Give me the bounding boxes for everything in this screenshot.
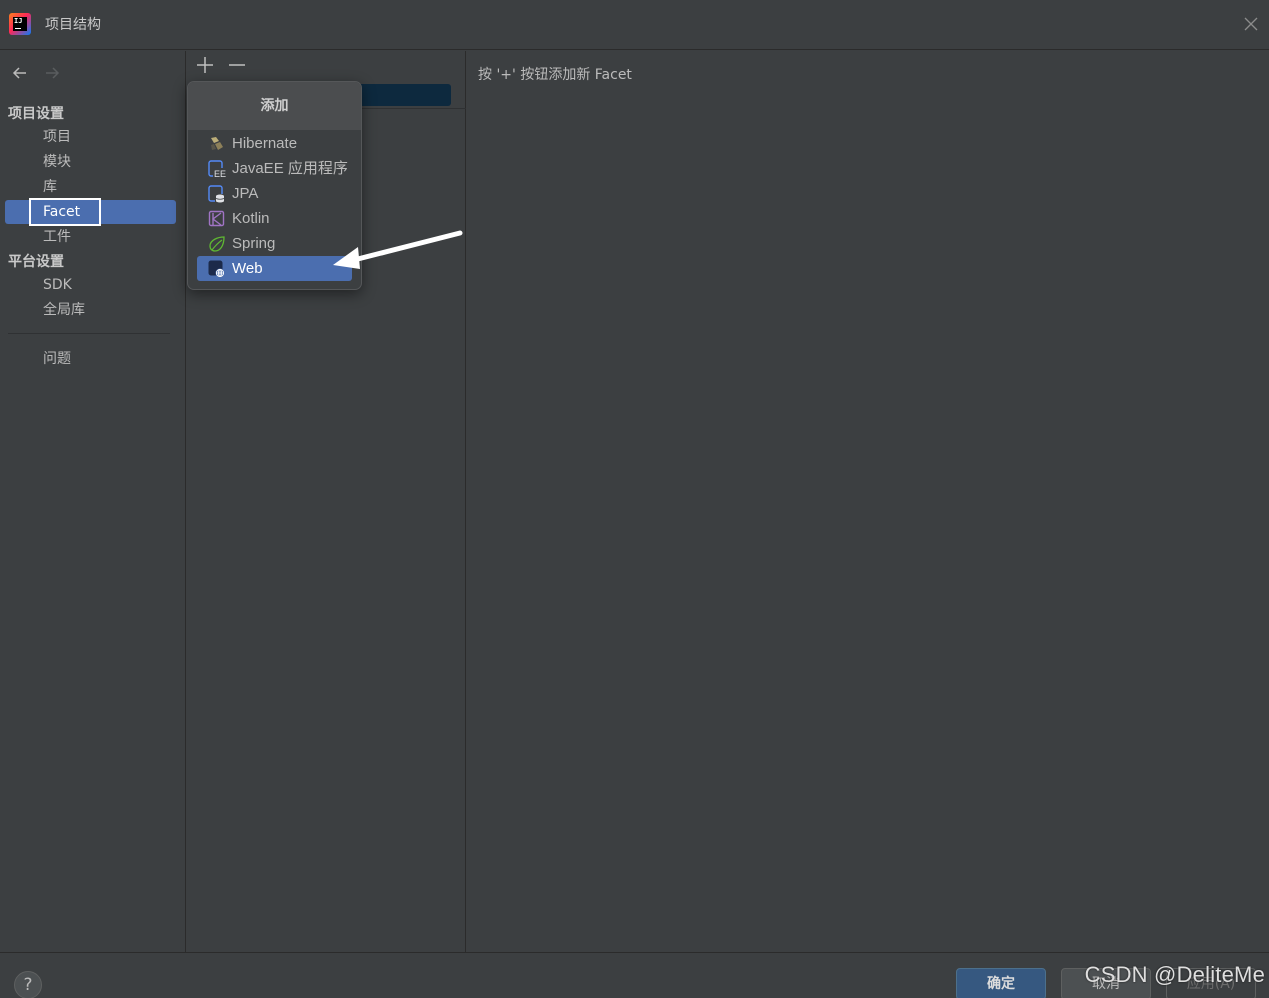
sidebar-item-artifacts[interactable]: 工件	[5, 225, 176, 249]
sidebar-item-label: 问题	[43, 351, 71, 367]
sidebar-item-modules[interactable]: 模块	[5, 150, 176, 174]
minus-icon[interactable]	[227, 55, 247, 75]
sidebar-item-global-libraries[interactable]: 全局库	[5, 298, 176, 322]
sidebar-item-label: Facet	[43, 204, 81, 220]
empty-hint: 按 '+' 按钮添加新 Facet	[478, 67, 632, 83]
plus-icon[interactable]	[195, 55, 215, 75]
popup-item-label: JPA	[232, 185, 259, 202]
close-icon[interactable]	[1241, 14, 1261, 34]
sidebar-item-sdk[interactable]: SDK	[5, 273, 176, 297]
window-title: 项目结构	[45, 17, 101, 33]
forward-arrow-icon[interactable]	[42, 63, 62, 83]
javaee-icon: EE	[208, 160, 226, 179]
sidebar-item-libraries[interactable]: 库	[5, 175, 176, 199]
popup-item-label: JavaEE 应用程序	[232, 160, 348, 177]
platform-settings-heading: 平台设置	[8, 254, 64, 270]
popup-item-label: Web	[232, 260, 263, 277]
bottom-bar: ? 确定 取消 应用(A)	[0, 952, 1269, 998]
popup-item-label: Hibernate	[232, 135, 298, 152]
tree-selection[interactable]	[357, 84, 451, 106]
popup-title: 添加	[188, 82, 361, 130]
popup-item-spring[interactable]: Spring	[197, 231, 352, 256]
details-panel: 按 '+' 按钮添加新 Facet	[467, 51, 1269, 952]
popup-item-hibernate[interactable]: Hibernate	[197, 131, 352, 156]
help-button[interactable]: ?	[14, 971, 42, 998]
sidebar-item-facet[interactable]: Facet	[5, 198, 176, 226]
svg-text:EE: EE	[214, 169, 226, 178]
popup-item-kotlin[interactable]: Kotlin	[197, 206, 352, 231]
popup-item-label: Spring	[232, 235, 276, 252]
sidebar-item-label: 工件	[43, 229, 71, 245]
kotlin-icon	[208, 210, 226, 228]
spring-icon	[208, 235, 226, 253]
watermark: CSDN @DeliteMe	[1084, 962, 1265, 987]
popup-item-javaee[interactable]: EE JavaEE 应用程序	[197, 156, 352, 181]
sidebar-item-label: 项目	[43, 129, 71, 145]
title-bar: IJ 项目结构	[0, 0, 1269, 50]
web-icon	[208, 260, 226, 278]
sidebar-divider	[8, 333, 170, 334]
sidebar-item-project[interactable]: 项目	[5, 125, 176, 149]
popup-item-web[interactable]: Web	[197, 256, 352, 281]
sidebar-item-label: 模块	[43, 154, 71, 170]
popup-item-label: Kotlin	[232, 210, 270, 227]
sidebar-item-label: SDK	[43, 277, 72, 293]
hibernate-icon	[208, 135, 226, 153]
logo-text: IJ	[14, 17, 23, 25]
sidebar-item-problems[interactable]: 问题	[5, 347, 176, 371]
sidebar-item-label: 库	[43, 179, 57, 195]
project-settings-heading: 项目设置	[8, 106, 64, 122]
sidebar-item-label: 全局库	[43, 302, 85, 318]
add-facet-popup: 添加 Hibernate EE JavaEE 应用程序 JPA Kotlin S…	[187, 81, 362, 290]
jpa-icon	[208, 185, 226, 203]
popup-item-jpa[interactable]: JPA	[197, 181, 352, 206]
back-arrow-icon[interactable]	[10, 63, 30, 83]
sidebar: 项目设置 项目 模块 库 Facet 工件 平台设置 SDK 全局库 问题	[0, 51, 186, 952]
intellij-idea-icon: IJ	[9, 13, 31, 35]
ok-button[interactable]: 确定	[956, 968, 1046, 998]
